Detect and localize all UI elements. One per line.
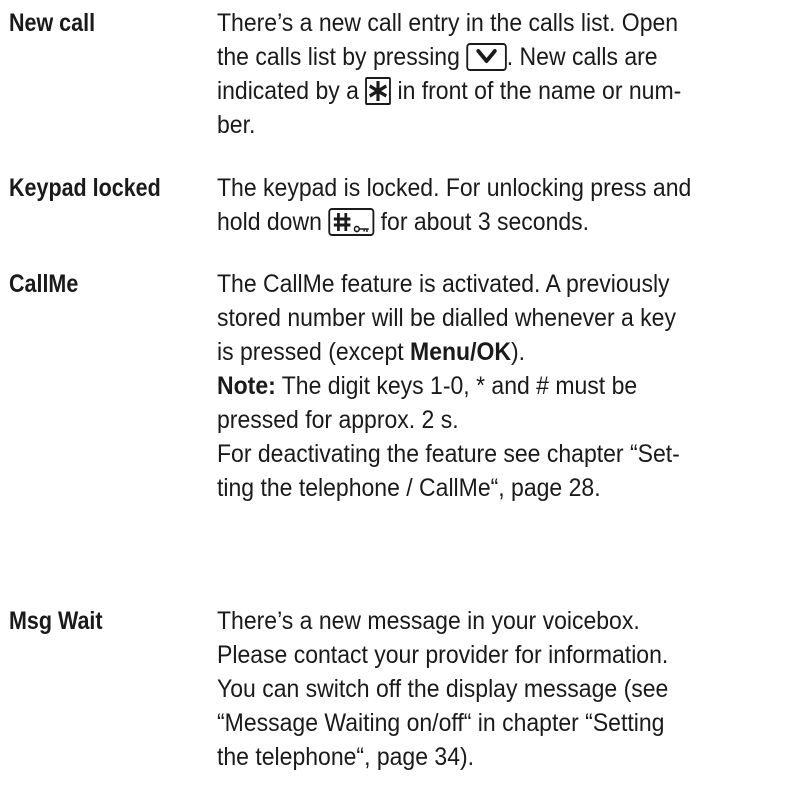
desc-line: You can switch off the display message (…: [217, 675, 669, 703]
desc-line: There’s a new message in your voicebox.: [217, 607, 640, 635]
desc-line: is pressed (except Menu/OK).: [217, 335, 741, 369]
note-label: Note:: [217, 372, 276, 400]
desc-line: For deactivating the feature see chapter…: [217, 440, 680, 468]
desc-text: indicated by a: [217, 77, 366, 105]
desc-line: There’s a new call entry in the calls li…: [217, 9, 679, 37]
term-callme: CallMe: [9, 270, 79, 298]
description-keypad-locked: The keypad is locked. For unlocking pres…: [217, 171, 741, 239]
desc-text: is pressed (except: [217, 338, 411, 366]
desc-line: The CallMe feature is activated. A previ…: [217, 270, 670, 298]
desc-line: the calls list by pressing . New calls a…: [217, 40, 741, 74]
description-msg-wait: There’s a new message in your voicebox. …: [217, 604, 741, 774]
desc-line: Note: The digit keys 1-0, * and # must b…: [217, 369, 741, 403]
star-key-icon: [365, 77, 392, 105]
desc-line: the telephone“, page 34).: [217, 743, 475, 771]
desc-line: indicated by a in front of the name or n…: [217, 74, 741, 108]
desc-text: in front of the name or num-: [391, 77, 682, 105]
desc-line: pressed for approx. 2 s.: [217, 406, 459, 434]
desc-line: ting the telephone / CallMe“, page 28.: [217, 474, 601, 502]
desc-line: stored number will be dialled whenever a…: [217, 304, 676, 332]
desc-line: hold down for about 3 seconds.: [217, 205, 741, 239]
desc-text: The digit keys 1-0, * and # must be: [275, 372, 638, 400]
term-new-call: New call: [9, 9, 96, 37]
desc-text: . New calls are: [506, 43, 658, 71]
menu-ok-key-label: Menu/OK: [410, 338, 511, 366]
desc-line: “Message Waiting on/off“ in chapter “Set…: [217, 709, 665, 737]
hash-lock-key-icon: [328, 208, 375, 236]
desc-text: ).: [510, 338, 526, 366]
desc-text: hold down: [217, 208, 329, 236]
chevron-down-key-icon: [466, 43, 507, 71]
desc-text: the calls list by pressing: [217, 43, 467, 71]
desc-text: for about 3 seconds.: [374, 208, 590, 236]
term-keypad-locked: Keypad locked: [9, 174, 161, 202]
description-new-call: There’s a new call entry in the calls li…: [217, 6, 741, 142]
desc-line: Please contact your provider for informa…: [217, 641, 669, 669]
desc-line: ber.: [217, 111, 256, 139]
description-callme: The CallMe feature is activated. A previ…: [217, 267, 741, 505]
term-msg-wait: Msg Wait: [9, 607, 103, 635]
desc-line: The keypad is locked. For unlocking pres…: [217, 174, 692, 202]
